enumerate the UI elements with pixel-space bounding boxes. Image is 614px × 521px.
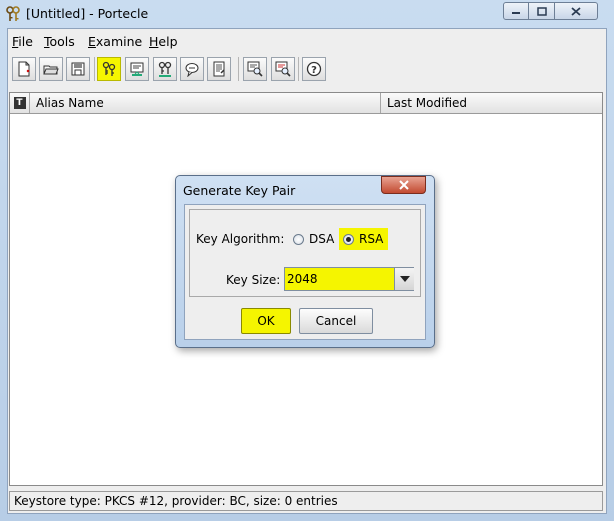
keystore-report-button[interactable] [207, 57, 231, 81]
open-keystore-button[interactable] [39, 57, 63, 81]
toolbar-separator [94, 57, 95, 81]
set-password-icon [185, 63, 199, 77]
examine-crl-icon [275, 61, 291, 77]
open-keystore-icon [43, 65, 59, 75]
minimize-icon [512, 12, 520, 14]
key-size-combobox[interactable]: 2048 [284, 267, 414, 291]
column-header-type[interactable]: T [10, 93, 30, 113]
toolbar-separator [238, 57, 239, 81]
menu-tools[interactable]: Tools [44, 34, 75, 49]
cancel-button[interactable]: Cancel [299, 308, 373, 334]
key-size-dropdown-button[interactable] [394, 268, 414, 290]
maximize-icon [536, 6, 547, 16]
dialog-body: Key Algorithm: DSA RSA Key Size: 2048 OK… [184, 204, 426, 340]
help-icon: ? [306, 61, 322, 77]
svg-text:?: ? [311, 65, 317, 76]
type-column-icon: T [13, 97, 26, 109]
column-header-alias-name[interactable]: Alias Name [30, 93, 381, 113]
examine-crl-button[interactable] [271, 57, 295, 81]
chevron-down-icon [399, 276, 410, 282]
toolbar-separator [298, 57, 299, 81]
save-keystore-button[interactable] [66, 57, 90, 81]
menu-examine[interactable]: Examine [88, 34, 142, 49]
dialog-title: Generate Key Pair [183, 183, 296, 198]
menu-file[interactable]: File [12, 34, 33, 49]
portecle-keys-icon [6, 6, 20, 21]
new-keystore-icon [18, 61, 30, 77]
portecle-window: [Untitled] - Portecle File Tools Examine… [0, 0, 614, 521]
close-button[interactable] [555, 2, 598, 20]
keystore-report-icon [213, 61, 225, 77]
key-size-value[interactable]: 2048 [285, 268, 394, 290]
examine-certificate-icon [247, 61, 263, 77]
import-trusted-cert-button[interactable] [125, 57, 149, 81]
status-text: Keystore type: PKCS #12, provider: BC, s… [14, 494, 338, 508]
new-keystore-button[interactable] [12, 57, 36, 81]
table-header: T Alias Name Last Modified [10, 93, 602, 114]
radio-unselected-icon [293, 233, 304, 245]
window-title: [Untitled] - Portecle [26, 6, 149, 21]
radio-dsa-label: DSA [309, 232, 335, 246]
ok-button[interactable]: OK [241, 308, 291, 334]
key-size-label: Key Size: [226, 273, 281, 287]
close-icon [398, 180, 409, 190]
status-bar: Keystore type: PKCS #12, provider: BC, s… [9, 491, 603, 511]
import-trusted-cert-icon [130, 62, 144, 76]
toolbar: ? [8, 53, 606, 89]
key-algorithm-label: Key Algorithm: [196, 232, 285, 246]
set-password-button[interactable] [180, 57, 204, 81]
examine-certificate-button[interactable] [243, 57, 267, 81]
generate-key-pair-icon [102, 61, 116, 76]
radio-selected-icon [343, 233, 354, 245]
save-keystore-icon [71, 62, 85, 76]
generate-key-pair-dialog: Generate Key Pair Key Algorithm: DSA RSA… [175, 175, 435, 348]
menu-bar: File Tools Examine Help [8, 29, 606, 53]
dialog-close-button[interactable] [381, 176, 426, 194]
import-key-pair-button[interactable] [153, 57, 177, 81]
radio-rsa-label: RSA [359, 232, 384, 246]
key-options-panel: Key Algorithm: DSA RSA Key Size: 2048 [189, 209, 421, 297]
help-button[interactable]: ? [302, 57, 326, 81]
menu-help[interactable]: Help [149, 34, 178, 49]
radio-dsa[interactable]: DSA [293, 228, 334, 250]
maximize-button[interactable] [529, 2, 555, 20]
generate-key-pair-button[interactable] [97, 57, 121, 81]
close-icon [571, 6, 581, 16]
import-key-pair-icon [158, 61, 172, 77]
minimize-button[interactable] [503, 2, 529, 20]
title-bar[interactable]: [Untitled] - Portecle [0, 0, 614, 28]
column-header-last-modified[interactable]: Last Modified [381, 93, 602, 113]
radio-rsa[interactable]: RSA [339, 228, 389, 250]
